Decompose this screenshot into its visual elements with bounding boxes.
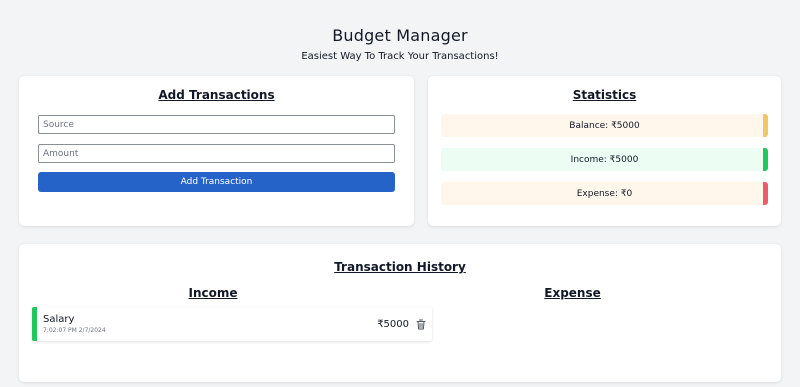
transaction-actions: ₹5000: [377, 319, 432, 330]
transaction-amount: ₹5000: [377, 318, 409, 330]
income-column-title: Income: [188, 286, 238, 300]
transaction-timestamp: 7:02:07 PM 2/7/2024: [43, 327, 106, 334]
add-transactions-card: Add Transactions Add Transaction: [19, 76, 414, 226]
transaction-history-card: Transaction History Income Salary 7:02:0…: [19, 244, 781, 382]
transaction-source: Salary: [43, 314, 75, 325]
income-column: Income Salary 7:02:07 PM 2/7/2024 ₹5000: [19, 286, 432, 341]
expense-column: Expense: [400, 286, 781, 341]
income-label: Income: ₹5000: [570, 154, 639, 165]
balance-indicator: [763, 114, 768, 137]
statistics-title: Statistics: [572, 88, 637, 102]
income-transaction-item: Salary 7:02:07 PM 2/7/2024 ₹5000: [32, 307, 432, 341]
source-input[interactable]: [38, 115, 395, 134]
add-transactions-form: Add Transaction: [19, 102, 414, 192]
balance-label: Balance: ₹5000: [569, 120, 640, 131]
income-indicator: [763, 148, 768, 171]
expense-label: Expense: ₹0: [576, 188, 633, 199]
statistics-list: Balance: ₹5000 Income: ₹5000 Expense: ₹0: [428, 102, 781, 205]
add-transaction-button[interactable]: Add Transaction: [38, 172, 395, 192]
income-stat: Income: ₹5000: [441, 148, 768, 171]
statistics-card: Statistics Balance: ₹5000 Income: ₹5000 …: [428, 76, 781, 226]
top-row: Add Transactions Add Transaction Statist…: [0, 76, 800, 226]
expense-column-title: Expense: [544, 286, 601, 300]
transaction-history-title: Transaction History: [334, 260, 466, 274]
trash-icon[interactable]: [416, 319, 426, 330]
transaction-info: Salary 7:02:07 PM 2/7/2024: [37, 314, 106, 334]
add-transactions-title: Add Transactions: [158, 88, 275, 102]
expense-stat: Expense: ₹0: [441, 182, 768, 205]
history-columns: Income Salary 7:02:07 PM 2/7/2024 ₹5000 …: [19, 286, 781, 341]
amount-input[interactable]: [38, 144, 395, 163]
expense-indicator: [763, 182, 768, 205]
app-header: Budget Manager Easiest Way To Track Your…: [0, 0, 800, 62]
app-subtitle: Easiest Way To Track Your Transactions!: [301, 51, 499, 62]
app-title: Budget Manager: [332, 26, 468, 45]
balance-stat: Balance: ₹5000: [441, 114, 768, 137]
